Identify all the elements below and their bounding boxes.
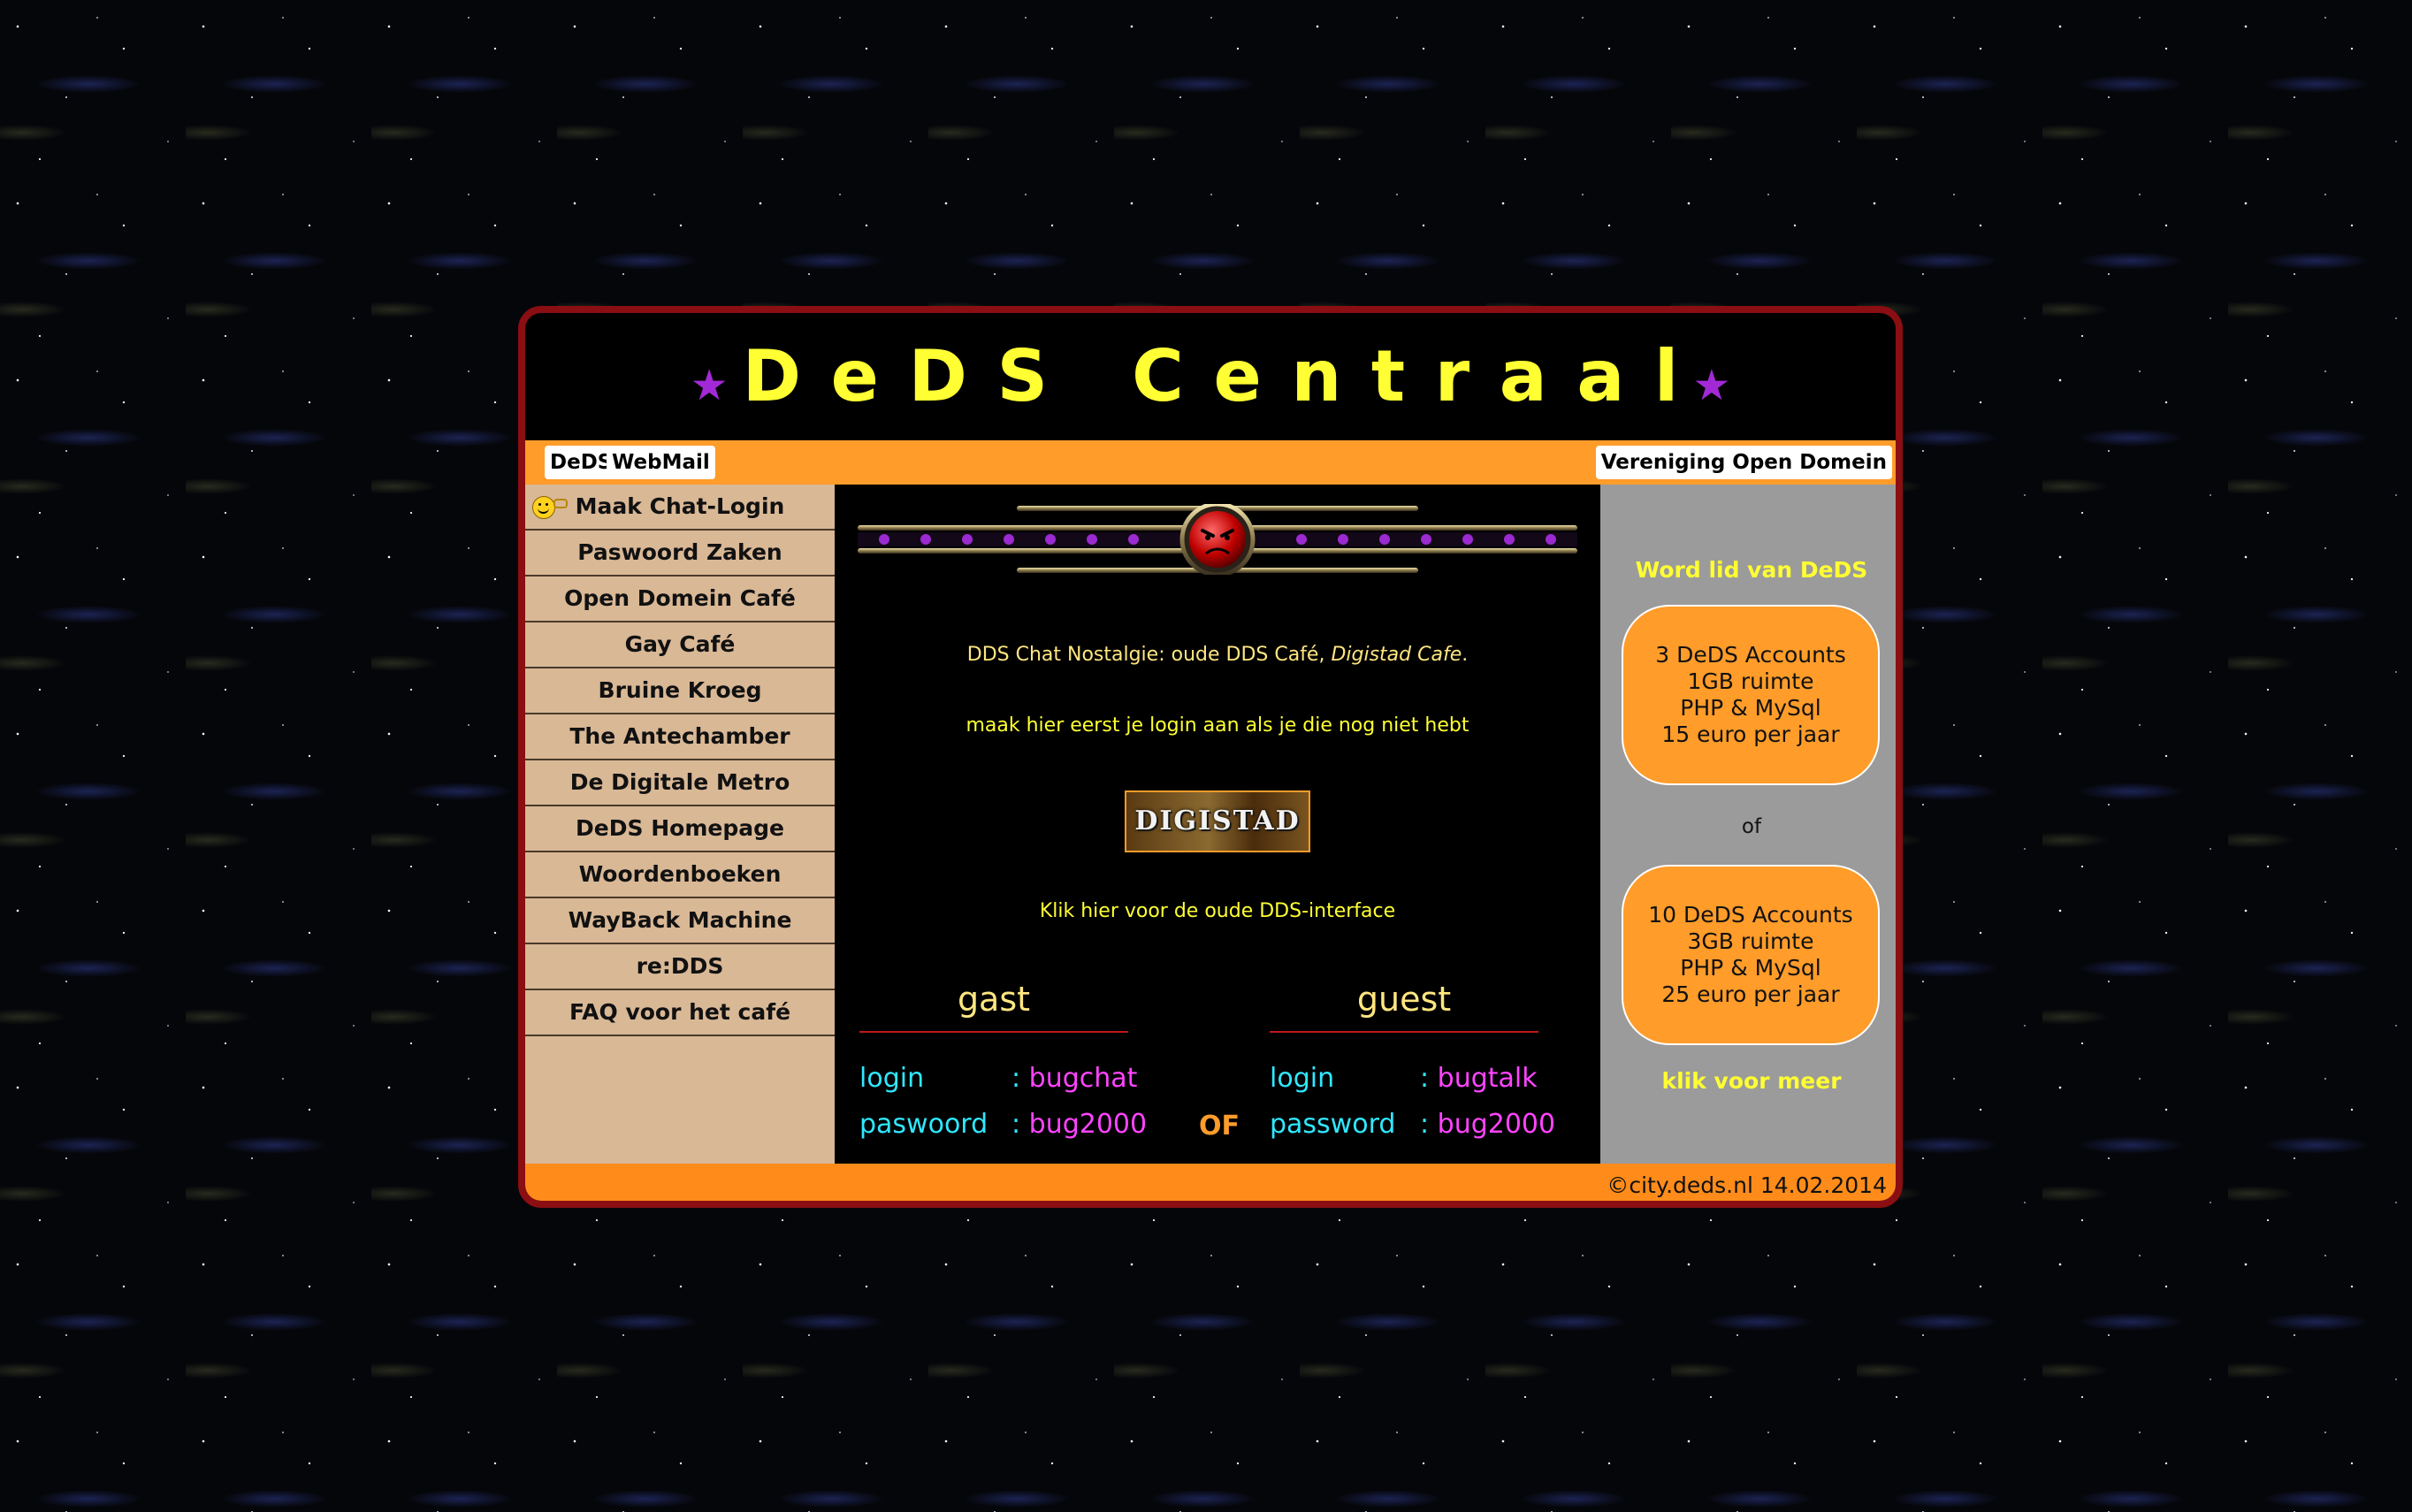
digistad-logo-link[interactable]: DIGISTAD [1125, 790, 1310, 852]
vereniging-open-domein-link[interactable]: Vereniging Open Domein [1595, 446, 1892, 479]
offer-card-basic[interactable]: 3 DeDS Accounts 1GB ruimte PHP & MySql 1… [1622, 605, 1880, 785]
login-hint-link[interactable]: maak hier eerst je login aan als je die … [835, 714, 1600, 737]
colon: : [1420, 1063, 1430, 1094]
smiley-icon [532, 496, 555, 519]
sidebar-item-label: Gay Café [624, 631, 736, 657]
sidebar-item-faq[interactable]: FAQ voor het café [525, 990, 835, 1036]
sidebar-nav: Maak Chat-Login Paswoord Zaken Open Dome… [525, 485, 835, 1164]
sidebar-item-deds-homepage[interactable]: DeDS Homepage [525, 806, 835, 852]
sidebar-item-gay-cafe[interactable]: Gay Café [525, 622, 835, 668]
sidebar-item-label: Paswoord Zaken [577, 539, 782, 565]
sidebar-item-label: re:DDS [636, 953, 724, 979]
or-text: of [1741, 815, 1762, 838]
sidebar-item-re-dds[interactable]: re:DDS [525, 944, 835, 990]
login-value: bugchat [1028, 1063, 1138, 1094]
intro-text-italic: Digistad Cafe [1331, 644, 1462, 666]
offer-line: 25 euro per jaar [1661, 981, 1840, 1007]
password-value: bug2000 [1028, 1109, 1148, 1140]
star-icon: ★ [690, 361, 729, 410]
guest-en-login-row: login [1270, 1061, 1334, 1096]
star-icon: ★ [1692, 361, 1731, 410]
sidebar-item-paswoord-zaken[interactable]: Paswoord Zaken [525, 531, 835, 577]
guest-en-title: guest [1270, 980, 1538, 1033]
sidebar-item-label: De Digitale Metro [569, 769, 790, 795]
guest-en-password-value-row: : bug2000 [1420, 1107, 1555, 1142]
sidebar-item-wayback-machine[interactable]: WayBack Machine [525, 898, 835, 944]
sidebar-item-digitale-metro[interactable]: De Digitale Metro [525, 760, 835, 806]
offer-line: PHP & MySql [1680, 955, 1821, 981]
password-label: paswoord [859, 1109, 988, 1140]
sidebar-item-label: DeDS Homepage [576, 815, 784, 841]
key-icon [553, 499, 568, 508]
guest-nl-login-row: login [859, 1061, 924, 1096]
page-frame: ★ DeDS Centraal ★ DeDS WebMail Verenigin… [518, 306, 1903, 1208]
offer-line: 15 euro per jaar [1661, 722, 1840, 747]
password-label: password [1270, 1109, 1396, 1140]
footer-bar: ©city.deds.nl 14.02.2014 [525, 1164, 1896, 1201]
sidebar-item-woordenboeken[interactable]: Woordenboeken [525, 852, 835, 898]
login-value: bugtalk [1437, 1063, 1538, 1094]
sidebar-item-label: FAQ voor het café [569, 999, 791, 1025]
guest-nl-password-row: paswoord [859, 1107, 988, 1142]
sidebar-item-label: The Antechamber [569, 723, 790, 749]
main-content: DDS Chat Nostalgie: oude DDS Café, Digis… [835, 485, 1600, 1164]
intro-text-end: . [1462, 644, 1469, 666]
offer-line: 3GB ruimte [1687, 928, 1814, 954]
password-value: bug2000 [1437, 1109, 1556, 1140]
sidebar-item-label: Woordenboeken [578, 861, 782, 887]
sidebar-item-label: Open Domein Café [564, 585, 796, 611]
sidebar-item-maak-chat-login[interactable]: Maak Chat-Login [525, 485, 835, 531]
sidebar-item-bruine-kroeg[interactable]: Bruine Kroeg [525, 668, 835, 714]
guest-nl-login-value-row: : bugchat [1011, 1061, 1137, 1096]
offer-line: 3 DeDS Accounts [1655, 642, 1846, 668]
offer-line: 10 DeDS Accounts [1648, 902, 1853, 928]
guest-nl-title: gast [859, 980, 1128, 1033]
copyright-text: ©city.deds.nl 14.02.2014 [1607, 1172, 1887, 1198]
login-label: login [859, 1063, 925, 1094]
intro-text: DDS Chat Nostalgie: oude DDS Café, Digis… [835, 644, 1600, 666]
colon: : [1420, 1109, 1430, 1140]
offer-line: 1GB ruimte [1687, 668, 1814, 694]
old-interface-link[interactable]: Klik hier voor de oude DDS-interface [835, 900, 1600, 922]
sidebar-item-label: Maak Chat-Login [575, 493, 785, 519]
sidebar-item-open-domein-cafe[interactable]: Open Domein Café [525, 577, 835, 622]
colon: : [1011, 1109, 1021, 1140]
sidebar-item-antechamber[interactable]: The Antechamber [525, 714, 835, 760]
offer-line: PHP & MySql [1680, 695, 1821, 721]
sidebar-item-label: Bruine Kroeg [598, 677, 762, 703]
colon: : [1011, 1063, 1021, 1094]
membership-panel: Word lid van DeDS 3 DeDS Accounts 1GB ru… [1600, 485, 1896, 1164]
top-nav-bar: DeDS WebMail Vereniging Open Domein [525, 440, 1896, 485]
join-title-link[interactable]: Word lid van DeDS [1600, 557, 1896, 583]
login-label: login [1270, 1063, 1335, 1094]
sidebar-item-label: WayBack Machine [568, 907, 792, 933]
guest-nl-password-value-row: : bug2000 [1011, 1107, 1147, 1142]
more-info-link[interactable]: klik voor meer [1600, 1068, 1896, 1094]
angry-face-banner [858, 504, 1577, 575]
title-row: ★ DeDS Centraal ★ [525, 313, 1896, 440]
guest-en-password-row: password [1270, 1107, 1395, 1142]
offer-card-extended[interactable]: 10 DeDS Accounts 3GB ruimte PHP & MySql … [1622, 865, 1880, 1045]
site-title: DeDS Centraal [742, 335, 1708, 417]
webmail-tab-link[interactable]: WebMail [607, 446, 715, 479]
intro-text-main: DDS Chat Nostalgie: oude DDS Café, [966, 644, 1332, 666]
or-separator: OF [1199, 1111, 1240, 1142]
guest-en-login-value-row: : bugtalk [1420, 1061, 1538, 1096]
